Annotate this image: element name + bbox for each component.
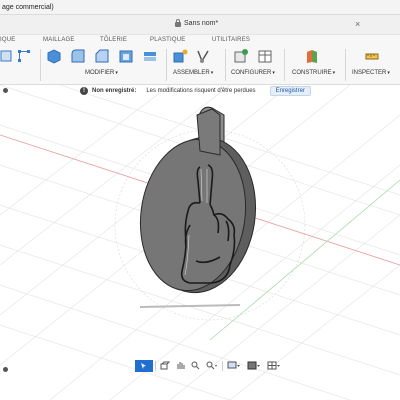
display-settings-icon[interactable]	[225, 360, 243, 372]
comments-toggle-icon[interactable]	[3, 367, 8, 372]
warning-label: Non enregistré:	[92, 88, 137, 94]
group-modifier-label: MODIFIER	[85, 70, 115, 76]
save-button[interactable]: Enregistrer	[269, 86, 311, 96]
tab-utilitaires[interactable]: UTILITAIRES	[212, 37, 250, 43]
window-titlebar: age commercial)	[0, 0, 400, 15]
group-construire-label: CONSTRUIRE	[292, 70, 332, 76]
tab-tolerie[interactable]: TÔLERIE	[100, 37, 127, 43]
ribbon-separator	[345, 49, 346, 81]
tab-maillage[interactable]: MAILLAGE	[43, 37, 75, 43]
joint-icon[interactable]	[195, 48, 211, 64]
select-icon[interactable]	[135, 359, 153, 372]
shell-icon[interactable]	[118, 48, 134, 64]
fillet-icon[interactable]	[70, 48, 86, 64]
group-construire[interactable]: CONSTRUIRE▾	[292, 70, 335, 76]
browser-toggle-icon[interactable]	[3, 88, 8, 93]
group-inspecter[interactable]: INSPECTER▾	[352, 70, 390, 76]
nav-separator	[155, 360, 156, 371]
grid-icon[interactable]	[265, 360, 283, 372]
document-tabbar: Sans nom* ×	[0, 15, 400, 35]
ribbon-separator	[40, 49, 41, 81]
ribbon-separator	[166, 49, 167, 81]
zoom-fit-icon[interactable]	[204, 360, 220, 372]
table-icon[interactable]	[257, 48, 273, 64]
document-title-text: Sans nom*	[184, 20, 219, 27]
press-pull-icon[interactable]	[46, 48, 62, 64]
group-configurer-label: CONFIGURER	[231, 70, 272, 76]
offset-plane-icon[interactable]	[304, 48, 320, 64]
tab-ique[interactable]: IQUE	[0, 37, 15, 43]
measure-icon[interactable]	[364, 48, 380, 64]
sketch-tool-icon[interactable]	[0, 48, 16, 64]
window-title: age commercial)	[2, 4, 54, 11]
close-document-icon[interactable]: ×	[355, 19, 360, 29]
chevron-down-icon: ▾	[210, 70, 214, 76]
chevron-down-icon: ▾	[332, 70, 336, 76]
document-title[interactable]: Sans nom*	[175, 19, 219, 27]
configure-icon[interactable]	[233, 48, 249, 64]
group-configurer[interactable]: CONFIGURER▾	[231, 70, 275, 76]
chevron-down-icon: ▾	[272, 70, 275, 76]
nav-separator	[222, 360, 223, 371]
unsaved-warning-bar: ! Non enregistré: Les modifications risq…	[80, 84, 311, 98]
warning-message: Les modifications risquent d'être perdue…	[146, 88, 256, 94]
viewport-canvas[interactable]	[0, 85, 400, 400]
zoom-icon[interactable]	[189, 360, 202, 372]
group-assembler-label: ASSEMBLER	[173, 70, 210, 76]
ribbon-separator	[225, 49, 226, 81]
chamfer-icon[interactable]	[94, 48, 110, 64]
chevron-down-icon: ▾	[387, 70, 390, 76]
toolbar-ribbon: IQUE MAILLAGE TÔLERIE PLASTIQUE UTILITAI…	[0, 35, 400, 85]
tab-plastique[interactable]: PLASTIQUE	[150, 37, 185, 43]
lock-icon	[175, 19, 181, 27]
ribbon-separator	[284, 49, 285, 81]
group-modifier[interactable]: MODIFIER▾	[85, 70, 118, 76]
navigation-bar	[135, 359, 283, 372]
sketch-nodes-icon[interactable]	[16, 48, 32, 64]
new-component-icon[interactable]	[172, 48, 188, 64]
combine-icon[interactable]	[142, 48, 158, 64]
info-circle-icon: !	[80, 87, 88, 95]
pan-icon[interactable]	[174, 360, 187, 372]
visual-style-icon[interactable]	[245, 360, 263, 372]
group-assembler[interactable]: ASSEMBLER▾	[173, 70, 213, 76]
3d-model[interactable]	[131, 106, 265, 300]
group-inspecter-label: INSPECTER	[352, 70, 387, 76]
3d-viewport[interactable]	[0, 85, 400, 400]
chevron-down-icon: ▾	[115, 70, 118, 76]
orbit-icon[interactable]	[158, 360, 172, 372]
